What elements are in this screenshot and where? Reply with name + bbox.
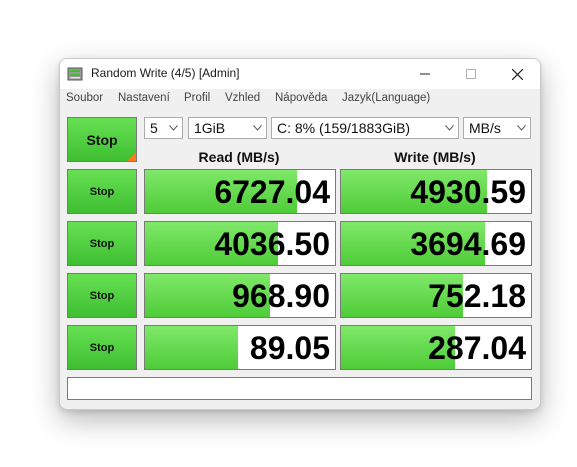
stop-all-label: Stop bbox=[86, 131, 118, 148]
chevron-down-icon bbox=[165, 118, 182, 138]
minimize-button[interactable] bbox=[402, 59, 448, 89]
write-result-cell: 287.04 bbox=[340, 325, 532, 370]
stop-all-button[interactable]: Stop bbox=[67, 117, 137, 162]
read-progress-fill bbox=[145, 326, 239, 369]
title-bar: Random Write (4/5) [Admin] bbox=[60, 59, 540, 89]
write-result-cell: 752.18 bbox=[340, 273, 532, 318]
drive-select[interactable]: C: 8% (159/1883GiB) bbox=[271, 117, 459, 139]
chevron-down-icon bbox=[249, 118, 266, 138]
menu-file[interactable]: Soubor bbox=[66, 92, 103, 104]
test-count-value: 5 bbox=[150, 120, 158, 136]
read-value: 89.05 bbox=[249, 330, 330, 366]
row-stop-button[interactable]: Stop bbox=[67, 325, 137, 370]
read-value: 968.90 bbox=[232, 278, 330, 314]
menu-profile[interactable]: Profil bbox=[184, 92, 210, 104]
read-result-cell: 6727.04 bbox=[144, 169, 336, 214]
menu-bar: Soubor Nastavení Profil Vzhled Nápověda … bbox=[60, 89, 540, 111]
test-count-select[interactable]: 5 bbox=[144, 117, 183, 139]
test-size-select[interactable]: 1GiB bbox=[188, 117, 267, 139]
drive-value: C: 8% (159/1883GiB) bbox=[277, 120, 411, 136]
unit-value: MB/s bbox=[469, 120, 501, 136]
unit-select[interactable]: MB/s bbox=[463, 117, 531, 139]
app-window: Random Write (4/5) [Admin] Soubor Nastav… bbox=[59, 58, 541, 410]
comment-field[interactable] bbox=[67, 377, 532, 400]
status-corner-marker bbox=[127, 152, 136, 161]
row-stop-button[interactable]: Stop bbox=[67, 221, 137, 266]
menu-settings[interactable]: Nastavení bbox=[118, 92, 170, 104]
window-title: Random Write (4/5) [Admin] bbox=[91, 66, 240, 80]
write-value: 3694.69 bbox=[410, 226, 526, 262]
chevron-down-icon bbox=[441, 118, 458, 138]
write-value: 4930.59 bbox=[410, 174, 526, 210]
close-icon bbox=[511, 68, 523, 80]
read-value: 4036.50 bbox=[214, 226, 330, 262]
test-size-value: 1GiB bbox=[194, 120, 226, 136]
menu-help[interactable]: Nápověda bbox=[275, 92, 327, 104]
maximize-icon bbox=[466, 69, 476, 79]
read-value: 6727.04 bbox=[214, 174, 330, 210]
write-result-cell: 3694.69 bbox=[340, 221, 532, 266]
minimize-icon bbox=[420, 73, 430, 75]
chevron-down-icon bbox=[513, 118, 530, 138]
menu-theme[interactable]: Vzhled bbox=[225, 92, 260, 104]
row-stop-button[interactable]: Stop bbox=[67, 273, 137, 318]
maximize-button[interactable] bbox=[448, 59, 494, 89]
read-result-cell: 968.90 bbox=[144, 273, 336, 318]
disk-app-icon bbox=[67, 67, 83, 81]
row-stop-button[interactable]: Stop bbox=[67, 169, 137, 214]
write-value: 287.04 bbox=[428, 330, 526, 366]
write-value: 752.18 bbox=[428, 278, 526, 314]
read-result-cell: 4036.50 bbox=[144, 221, 336, 266]
read-result-cell: 89.05 bbox=[144, 325, 336, 370]
write-result-cell: 4930.59 bbox=[340, 169, 532, 214]
write-column-header: Write (MB/s) bbox=[394, 149, 476, 165]
read-column-header: Read (MB/s) bbox=[198, 149, 280, 165]
close-button[interactable] bbox=[494, 59, 540, 89]
menu-language[interactable]: Jazyk(Language) bbox=[342, 92, 430, 104]
